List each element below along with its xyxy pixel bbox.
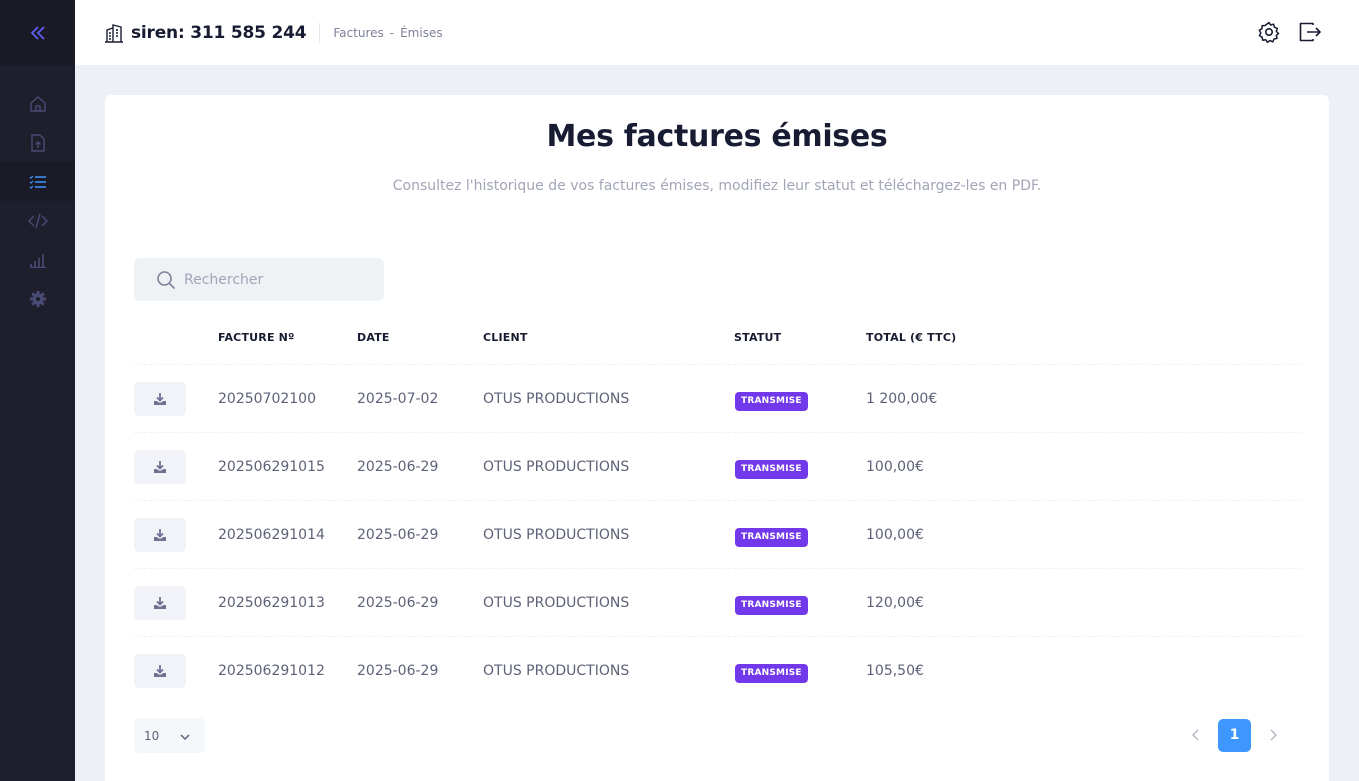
table-row: 202506291012 2025-06-29 OTUS PRODUCTIONS… (134, 637, 1300, 705)
logout-button[interactable] (1298, 20, 1322, 44)
invoice-client: OTUS PRODUCTIONS (483, 663, 630, 679)
settings-button[interactable] (1257, 20, 1281, 44)
download-pdf-button[interactable] (134, 450, 186, 484)
breadcrumb: Factures - Émises (333, 26, 442, 40)
invoice-total: 120,00€ (866, 595, 924, 611)
invoice-total: 100,00€ (866, 527, 924, 543)
invoice-client: OTUS PRODUCTIONS (483, 459, 630, 475)
page-button-current[interactable]: 1 (1218, 718, 1251, 752)
sidebar-item-stats[interactable] (0, 240, 75, 279)
breadcrumb-item-emises: Émises (400, 25, 443, 40)
page-title: Mes factures émises (546, 119, 888, 154)
column-header-client[interactable]: CLIENT (483, 331, 528, 344)
invoice-client: OTUS PRODUCTIONS (483, 595, 630, 611)
download-icon (154, 393, 166, 405)
invoice-number: 202506291015 (218, 459, 325, 475)
home-icon (29, 95, 46, 112)
pagination: 1 (1179, 718, 1290, 752)
sidebar-item-upload[interactable] (0, 123, 75, 162)
gear-icon (29, 290, 46, 307)
invoice-number: 202506291013 (218, 595, 325, 611)
page-subtitle: Consultez l'historique de vos factures é… (392, 178, 1042, 194)
breadcrumb-separator: - (389, 25, 395, 40)
invoice-client: OTUS PRODUCTIONS (483, 527, 630, 543)
page-size-value: 10 (144, 728, 160, 743)
column-header-total[interactable]: TOTAL (€ TTC) (866, 331, 956, 344)
invoice-client: OTUS PRODUCTIONS (483, 391, 630, 407)
status-badge[interactable]: TRANSMISE (735, 528, 808, 547)
invoice-total: 100,00€ (866, 459, 924, 475)
download-pdf-button[interactable] (134, 654, 186, 688)
building-icon (104, 23, 124, 43)
invoice-number: 202506291014 (218, 527, 325, 543)
column-header-status[interactable]: STATUT (734, 331, 781, 344)
status-badge[interactable]: TRANSMISE (735, 596, 808, 615)
sidebar (0, 0, 75, 781)
table-row: 202506291015 2025-06-29 OTUS PRODUCTIONS… (134, 433, 1300, 501)
code-icon (27, 213, 48, 228)
download-icon (154, 461, 166, 473)
previous-page-button[interactable] (1179, 718, 1213, 752)
invoice-date: 2025-07-02 (357, 391, 439, 407)
header-divider (319, 22, 321, 43)
invoice-number: 202506291012 (218, 663, 325, 679)
status-badge[interactable]: TRANSMISE (735, 664, 808, 683)
sidebar-collapse-button[interactable] (0, 0, 75, 65)
status-badge[interactable]: TRANSMISE (735, 392, 808, 411)
double-chevron-left-icon (30, 25, 45, 40)
invoices-card: Mes factures émises Consultez l'historiq… (105, 95, 1329, 781)
download-icon (154, 597, 166, 609)
status-badge[interactable]: TRANSMISE (735, 460, 808, 479)
download-icon (154, 665, 166, 677)
download-pdf-button[interactable] (134, 518, 186, 552)
list-icon (29, 175, 46, 189)
company-siren-title: siren: 311 585 244 (131, 22, 307, 43)
column-header-date[interactable]: DATE (357, 331, 390, 344)
invoice-total: 1 200,00€ (866, 391, 938, 407)
invoice-total: 105,50€ (866, 663, 924, 679)
chevron-left-icon (1192, 729, 1199, 741)
table-row: 202506291013 2025-06-29 OTUS PRODUCTIONS… (134, 569, 1300, 637)
next-page-button[interactable] (1256, 718, 1290, 752)
chevron-right-icon (1270, 729, 1277, 741)
table-row: 20250702100 2025-07-02 OTUS PRODUCTIONS … (134, 365, 1300, 433)
file-upload-icon (30, 133, 45, 152)
invoice-date: 2025-06-29 (357, 527, 439, 543)
table-header: FACTURE Nº DATE CLIENT STATUT TOTAL (€ T… (134, 324, 1300, 365)
sidebar-item-api[interactable] (0, 201, 75, 240)
sidebar-item-settings[interactable] (0, 279, 75, 318)
download-pdf-button[interactable] (134, 382, 186, 416)
logout-icon (1299, 22, 1321, 42)
sidebar-item-home[interactable] (0, 84, 75, 123)
search-box[interactable] (134, 258, 384, 301)
table-row: 202506291014 2025-06-29 OTUS PRODUCTIONS… (134, 501, 1300, 569)
invoice-date: 2025-06-29 (357, 595, 439, 611)
search-icon (157, 270, 176, 289)
breadcrumb-item-factures[interactable]: Factures (333, 26, 383, 40)
sidebar-item-invoices[interactable] (0, 162, 75, 201)
page-size-select[interactable]: 10 (134, 718, 205, 753)
invoice-date: 2025-06-29 (357, 663, 439, 679)
top-header: siren: 311 585 244 Factures - Émises (75, 0, 1359, 65)
download-icon (154, 529, 166, 541)
column-header-number[interactable]: FACTURE Nº (218, 331, 295, 344)
gear-icon (1258, 21, 1280, 44)
download-pdf-button[interactable] (134, 586, 186, 620)
bar-chart-icon (29, 253, 46, 268)
search-input[interactable] (184, 271, 374, 288)
chevron-down-icon (179, 728, 191, 747)
invoice-number: 20250702100 (218, 391, 316, 407)
invoice-date: 2025-06-29 (357, 459, 439, 475)
